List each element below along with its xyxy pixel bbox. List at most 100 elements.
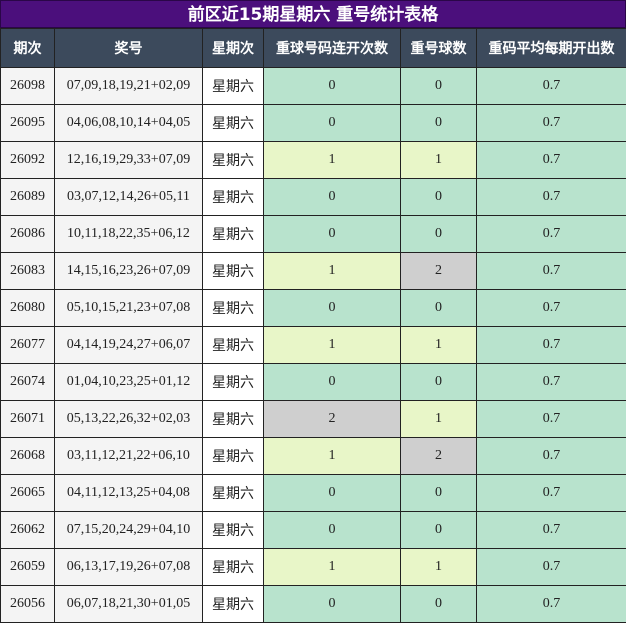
average-cell: 0.7 xyxy=(477,438,626,475)
numbers-cell: 04,14,19,24,27+06,07 xyxy=(55,327,203,364)
table-row: 2606803,11,12,21,22+06,10星期六120.7 xyxy=(1,438,626,475)
numbers-cell: 03,07,12,14,26+05,11 xyxy=(55,179,203,216)
weekday-cell: 星期六 xyxy=(203,142,264,179)
weekday-cell: 星期六 xyxy=(203,68,264,105)
period-cell: 26095 xyxy=(1,105,55,142)
repeat-count-cell: 2 xyxy=(401,253,477,290)
repeat-count-cell: 0 xyxy=(401,586,477,623)
period-cell: 26059 xyxy=(1,549,55,586)
consecutive-cell: 1 xyxy=(264,438,401,475)
numbers-cell: 10,11,18,22,35+06,12 xyxy=(55,216,203,253)
weekday-cell: 星期六 xyxy=(203,253,264,290)
numbers-cell: 03,11,12,21,22+06,10 xyxy=(55,438,203,475)
weekday-cell: 星期六 xyxy=(203,364,264,401)
period-cell: 26071 xyxy=(1,401,55,438)
table-row: 2607105,13,22,26,32+02,03星期六210.7 xyxy=(1,401,626,438)
average-cell: 0.7 xyxy=(477,475,626,512)
consecutive-cell: 0 xyxy=(264,364,401,401)
repeat-count-cell: 0 xyxy=(401,68,477,105)
repeat-count-cell: 1 xyxy=(401,327,477,364)
consecutive-cell: 2 xyxy=(264,401,401,438)
consecutive-cell: 0 xyxy=(264,475,401,512)
table-row: 2608903,07,12,14,26+05,11星期六000.7 xyxy=(1,179,626,216)
table-title: 前区近15期星期六 重号统计表格 xyxy=(0,0,626,28)
consecutive-cell: 0 xyxy=(264,216,401,253)
average-cell: 0.7 xyxy=(477,105,626,142)
average-cell: 0.7 xyxy=(477,586,626,623)
period-cell: 26065 xyxy=(1,475,55,512)
repeat-stats-table: 期次 奖号 星期次 重球号码连开次数 重号球数 重码平均每期开出数 260980… xyxy=(0,28,626,623)
period-cell: 26080 xyxy=(1,290,55,327)
consecutive-cell: 0 xyxy=(264,290,401,327)
stats-sheet: 前区近15期星期六 重号统计表格 期次 奖号 星期次 重球号码连开次数 重号球数… xyxy=(0,0,626,621)
numbers-cell: 14,15,16,23,26+07,09 xyxy=(55,253,203,290)
repeat-count-cell: 0 xyxy=(401,179,477,216)
average-cell: 0.7 xyxy=(477,512,626,549)
table-row: 2609807,09,18,19,21+02,09星期六000.7 xyxy=(1,68,626,105)
table-row: 2607704,14,19,24,27+06,07星期六110.7 xyxy=(1,327,626,364)
period-cell: 26098 xyxy=(1,68,55,105)
numbers-cell: 04,11,12,13,25+04,08 xyxy=(55,475,203,512)
repeat-count-cell: 0 xyxy=(401,364,477,401)
weekday-cell: 星期六 xyxy=(203,549,264,586)
numbers-cell: 01,04,10,23,25+01,12 xyxy=(55,364,203,401)
table-body: 2609807,09,18,19,21+02,09星期六000.72609504… xyxy=(1,68,626,623)
consecutive-cell: 1 xyxy=(264,253,401,290)
weekday-cell: 星期六 xyxy=(203,179,264,216)
weekday-cell: 星期六 xyxy=(203,327,264,364)
period-cell: 26068 xyxy=(1,438,55,475)
repeat-count-cell: 1 xyxy=(401,401,477,438)
numbers-cell: 04,06,08,10,14+04,05 xyxy=(55,105,203,142)
average-cell: 0.7 xyxy=(477,142,626,179)
average-cell: 0.7 xyxy=(477,401,626,438)
header-weekday: 星期次 xyxy=(203,29,264,68)
weekday-cell: 星期六 xyxy=(203,401,264,438)
period-cell: 26074 xyxy=(1,364,55,401)
table-row: 2606504,11,12,13,25+04,08星期六000.7 xyxy=(1,475,626,512)
header-average: 重码平均每期开出数 xyxy=(477,29,626,68)
header-period: 期次 xyxy=(1,29,55,68)
repeat-count-cell: 0 xyxy=(401,216,477,253)
repeat-count-cell: 1 xyxy=(401,142,477,179)
repeat-count-cell: 1 xyxy=(401,549,477,586)
weekday-cell: 星期六 xyxy=(203,512,264,549)
table-row: 2607401,04,10,23,25+01,12星期六000.7 xyxy=(1,364,626,401)
numbers-cell: 06,07,18,21,30+01,05 xyxy=(55,586,203,623)
period-cell: 26056 xyxy=(1,586,55,623)
table-row: 2608005,10,15,21,23+07,08星期六000.7 xyxy=(1,290,626,327)
average-cell: 0.7 xyxy=(477,327,626,364)
header-row: 期次 奖号 星期次 重球号码连开次数 重号球数 重码平均每期开出数 xyxy=(1,29,626,68)
consecutive-cell: 1 xyxy=(264,327,401,364)
period-cell: 26089 xyxy=(1,179,55,216)
numbers-cell: 07,09,18,19,21+02,09 xyxy=(55,68,203,105)
weekday-cell: 星期六 xyxy=(203,290,264,327)
consecutive-cell: 0 xyxy=(264,68,401,105)
average-cell: 0.7 xyxy=(477,290,626,327)
weekday-cell: 星期六 xyxy=(203,216,264,253)
consecutive-cell: 0 xyxy=(264,586,401,623)
table-row: 2606207,15,20,24,29+04,10星期六000.7 xyxy=(1,512,626,549)
repeat-count-cell: 0 xyxy=(401,290,477,327)
numbers-cell: 06,13,17,19,26+07,08 xyxy=(55,549,203,586)
repeat-count-cell: 0 xyxy=(401,475,477,512)
average-cell: 0.7 xyxy=(477,549,626,586)
consecutive-cell: 0 xyxy=(264,512,401,549)
numbers-cell: 05,13,22,26,32+02,03 xyxy=(55,401,203,438)
period-cell: 26092 xyxy=(1,142,55,179)
consecutive-cell: 1 xyxy=(264,142,401,179)
numbers-cell: 07,15,20,24,29+04,10 xyxy=(55,512,203,549)
numbers-cell: 05,10,15,21,23+07,08 xyxy=(55,290,203,327)
table-row: 2609212,16,19,29,33+07,09星期六110.7 xyxy=(1,142,626,179)
consecutive-cell: 1 xyxy=(264,549,401,586)
table-row: 2605906,13,17,19,26+07,08星期六110.7 xyxy=(1,549,626,586)
consecutive-cell: 0 xyxy=(264,105,401,142)
repeat-count-cell: 2 xyxy=(401,438,477,475)
average-cell: 0.7 xyxy=(477,179,626,216)
table-row: 2608314,15,16,23,26+07,09星期六120.7 xyxy=(1,253,626,290)
consecutive-cell: 0 xyxy=(264,179,401,216)
period-cell: 26077 xyxy=(1,327,55,364)
header-numbers: 奖号 xyxy=(55,29,203,68)
repeat-count-cell: 0 xyxy=(401,105,477,142)
period-cell: 26086 xyxy=(1,216,55,253)
average-cell: 0.7 xyxy=(477,364,626,401)
